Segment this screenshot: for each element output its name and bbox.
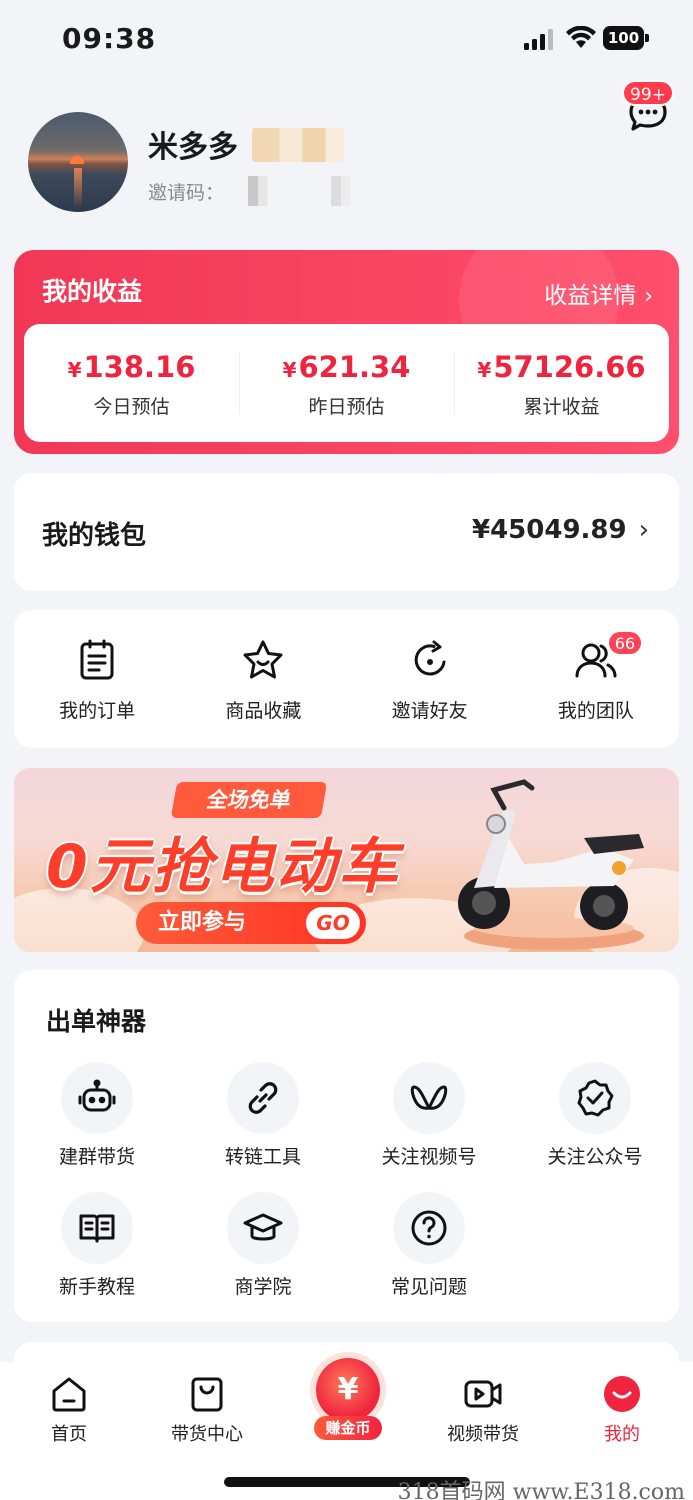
tab-label: 我的 xyxy=(604,1424,640,1445)
tool-label: 建群带货 xyxy=(58,1146,135,1168)
banner-headline: 0元抢电动车 xyxy=(46,832,400,902)
watermark: 318首码网 www.E318.com xyxy=(397,1480,685,1500)
tab-sales-center[interactable]: 带货中心 xyxy=(138,1374,276,1446)
chevron-right-icon: › xyxy=(638,515,649,545)
stat-label: 今日预估 xyxy=(93,396,170,418)
star-icon xyxy=(243,640,283,679)
question-icon xyxy=(411,1210,447,1246)
quick-menu: 我的订单 商品收藏 邀请好友 66 我的团队 xyxy=(14,610,679,748)
invite-code-label: 邀请码： xyxy=(148,182,225,204)
banner-go-label: GO xyxy=(306,907,360,939)
tool-icon-circle xyxy=(393,1062,465,1134)
earnings-title: 我的收益 xyxy=(42,277,143,306)
tool-follow-account[interactable]: 关注公众号 xyxy=(512,1062,678,1169)
quick-item-label: 邀请好友 xyxy=(391,700,468,722)
stat-value: ¥138.16 xyxy=(67,350,196,384)
banner-cta-label: 立即参与 xyxy=(158,910,247,935)
tool-icon-circle xyxy=(227,1062,299,1134)
stat-value: ¥57126.66 xyxy=(477,350,646,384)
home-icon xyxy=(52,1377,86,1412)
quick-item-team[interactable]: 66 我的团队 xyxy=(513,610,679,748)
earnings-stats: ¥138.16 今日预估 ¥621.34 昨日预估 ¥57126.66 累计收益 xyxy=(24,324,669,442)
quick-item-label: 商品收藏 xyxy=(225,700,302,722)
tab-label: 带货中心 xyxy=(171,1424,243,1445)
tool-icon-circle xyxy=(559,1062,631,1134)
quick-item-invite[interactable]: 邀请好友 xyxy=(347,610,513,748)
chevron-right-icon: › xyxy=(644,284,653,309)
quick-item-favorites[interactable]: 商品收藏 xyxy=(180,610,346,748)
status-bar: 09:38 100 xyxy=(0,0,693,80)
shopping-bag-icon xyxy=(191,1377,223,1412)
link-icon xyxy=(248,1082,278,1114)
verified-badge-icon xyxy=(577,1079,614,1117)
wallet-title: 我的钱包 xyxy=(42,521,147,551)
wallet-card[interactable]: 我的钱包 ¥45049.89 › xyxy=(14,473,679,591)
stat-yesterday[interactable]: ¥621.34 昨日预估 xyxy=(239,324,454,442)
tool-link-converter[interactable]: 转链工具 xyxy=(180,1062,346,1169)
tool-label: 关注公众号 xyxy=(547,1146,643,1168)
tab-video-sales[interactable]: 视频带货 xyxy=(414,1374,552,1446)
stat-value: ¥621.34 xyxy=(282,350,411,384)
tool-label: 转链工具 xyxy=(224,1146,301,1168)
battery-level: 100 xyxy=(603,26,644,50)
name-mosaic-redaction xyxy=(252,128,344,162)
signal-icon xyxy=(524,29,553,50)
tool-icon-circle xyxy=(61,1192,133,1264)
tools-title: 出单神器 xyxy=(46,1007,147,1036)
wallet-amount: ¥45049.89 › xyxy=(471,515,649,545)
battery-icon: 100 xyxy=(603,26,649,50)
tool-business-school[interactable]: 商学院 xyxy=(180,1192,346,1299)
banner-ribbon: 全场免单 xyxy=(170,782,328,818)
tab-mine[interactable]: 我的 xyxy=(553,1374,691,1446)
gold-coin-icon: ¥ xyxy=(316,1358,380,1422)
stat-today[interactable]: ¥138.16 今日预估 xyxy=(24,324,239,442)
tool-icon-circle xyxy=(61,1062,133,1134)
wifi-icon xyxy=(566,26,596,48)
tab-label: 赚金币 xyxy=(314,1416,382,1440)
avatar[interactable] xyxy=(28,112,128,212)
tool-label: 新手教程 xyxy=(58,1276,135,1298)
electric-scooter-image xyxy=(458,779,644,950)
quick-item-label: 我的团队 xyxy=(557,700,634,722)
tool-beginner-guide[interactable]: 新手教程 xyxy=(14,1192,180,1299)
tool-icon-circle xyxy=(393,1192,465,1264)
user-name: 米多多 xyxy=(148,130,238,165)
share-refresh-icon xyxy=(414,640,446,676)
video-channel-icon xyxy=(410,1085,448,1110)
tab-label: 首页 xyxy=(51,1424,87,1445)
tool-follow-channel[interactable]: 关注视频号 xyxy=(346,1062,512,1169)
tool-label: 商学院 xyxy=(234,1276,292,1298)
stat-label: 累计收益 xyxy=(523,396,600,418)
earnings-detail-link[interactable]: 收益详情 › xyxy=(544,276,653,310)
team-count-badge: 66 xyxy=(606,630,644,656)
tab-home[interactable]: 首页 xyxy=(0,1374,138,1446)
tool-icon-circle xyxy=(227,1192,299,1264)
banner-cta-button[interactable]: 立即参与 GO xyxy=(136,902,366,944)
status-time: 09:38 xyxy=(62,22,157,55)
clipboard-icon xyxy=(80,639,114,680)
video-icon xyxy=(464,1380,502,1408)
tool-build-group[interactable]: 建群带货 xyxy=(14,1062,180,1169)
tool-label: 常见问题 xyxy=(390,1276,467,1298)
earnings-card: 我的收益 收益详情 › ¥138.16 今日预估 ¥621.34 昨日预估 ¥57… xyxy=(14,250,679,454)
graduation-cap-icon xyxy=(243,1213,283,1241)
tool-faq[interactable]: 常见问题 xyxy=(346,1192,512,1299)
book-icon xyxy=(79,1214,115,1243)
stat-total[interactable]: ¥57126.66 累计收益 xyxy=(454,324,669,442)
quick-item-label: 我的订单 xyxy=(59,700,136,722)
profile-smile-icon xyxy=(604,1376,640,1412)
promo-banner[interactable]: 全场免单 0元抢电动车 立即参与 GO xyxy=(14,768,679,952)
tab-label: 视频带货 xyxy=(447,1424,519,1445)
invite-code-redaction xyxy=(236,176,358,206)
tool-label: 关注视频号 xyxy=(381,1146,477,1168)
message-count-badge: 99+ xyxy=(622,80,674,106)
quick-item-orders[interactable]: 我的订单 xyxy=(14,610,180,748)
tools-section: 出单神器 建群带货 转链工具 关注视频号 关注公众号 新手教程 商学院 常见问题 xyxy=(14,970,679,1322)
stat-label: 昨日预估 xyxy=(308,396,385,418)
messages-button[interactable]: 99+ xyxy=(618,80,678,140)
earnings-detail-label: 收益详情 xyxy=(544,283,637,309)
robot-icon xyxy=(78,1079,116,1112)
